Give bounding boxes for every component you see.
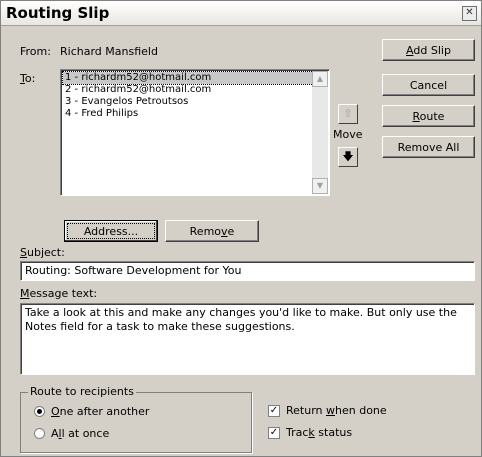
- message-label: Message text:: [20, 287, 98, 300]
- one-after-another-label: One after another: [51, 405, 150, 418]
- return-when-done-checkbox[interactable]: ✓: [268, 405, 280, 417]
- list-item[interactable]: 1 - richardm52@hotmail.com: [62, 71, 328, 85]
- scroll-up-icon[interactable]: ▲: [312, 71, 328, 87]
- radio-one-after-another[interactable]: [34, 406, 45, 417]
- list-item[interactable]: 3 - Evangelos Petroutsos: [63, 96, 327, 108]
- remove-button[interactable]: Remove: [165, 220, 259, 242]
- subject-label: Subject:: [20, 246, 65, 259]
- radio-all-at-once[interactable]: [34, 428, 45, 439]
- move-label: Move: [333, 128, 363, 141]
- remove-all-button[interactable]: Remove All: [382, 136, 475, 158]
- subject-input[interactable]: Routing: Software Development for You: [20, 261, 475, 281]
- arrow-up-icon[interactable]: ⇧: [338, 104, 358, 124]
- from-label: From:: [20, 45, 51, 58]
- to-label: To:: [20, 72, 36, 85]
- track-status-checkbox[interactable]: ✓: [268, 427, 280, 439]
- title-bar: Routing Slip ✕: [1, 1, 481, 26]
- list-scrollbar[interactable]: ▲ ▼: [312, 71, 328, 194]
- recipients-list[interactable]: 1 - richardm52@hotmail.com 2 - richardm5…: [60, 69, 330, 196]
- from-value: Richard Mansfield: [60, 45, 158, 58]
- add-slip-button[interactable]: Add Slip: [382, 39, 475, 61]
- window-title: Routing Slip: [6, 4, 110, 22]
- cancel-button[interactable]: Cancel: [382, 74, 475, 96]
- scroll-down-icon[interactable]: ▼: [312, 178, 328, 194]
- route-group-title: Route to recipients: [28, 385, 136, 398]
- all-at-once-label: All at once: [51, 427, 110, 440]
- message-textarea[interactable]: Take a look at this and make any changes…: [20, 303, 475, 375]
- close-icon[interactable]: ✕: [462, 6, 477, 21]
- list-item[interactable]: 2 - richardm52@hotmail.com: [63, 84, 327, 96]
- address-button[interactable]: Address...: [64, 220, 158, 242]
- route-group-box: [20, 392, 252, 453]
- return-when-done-label: Return when done: [286, 404, 387, 417]
- list-item[interactable]: 4 - Fred Philips: [63, 108, 327, 120]
- routing-slip-dialog: Routing Slip ✕ From: Richard Mansfield T…: [0, 0, 482, 457]
- arrow-down-icon[interactable]: 🡇: [338, 147, 358, 167]
- track-status-label: Track status: [286, 426, 353, 439]
- route-button[interactable]: Route: [382, 105, 475, 127]
